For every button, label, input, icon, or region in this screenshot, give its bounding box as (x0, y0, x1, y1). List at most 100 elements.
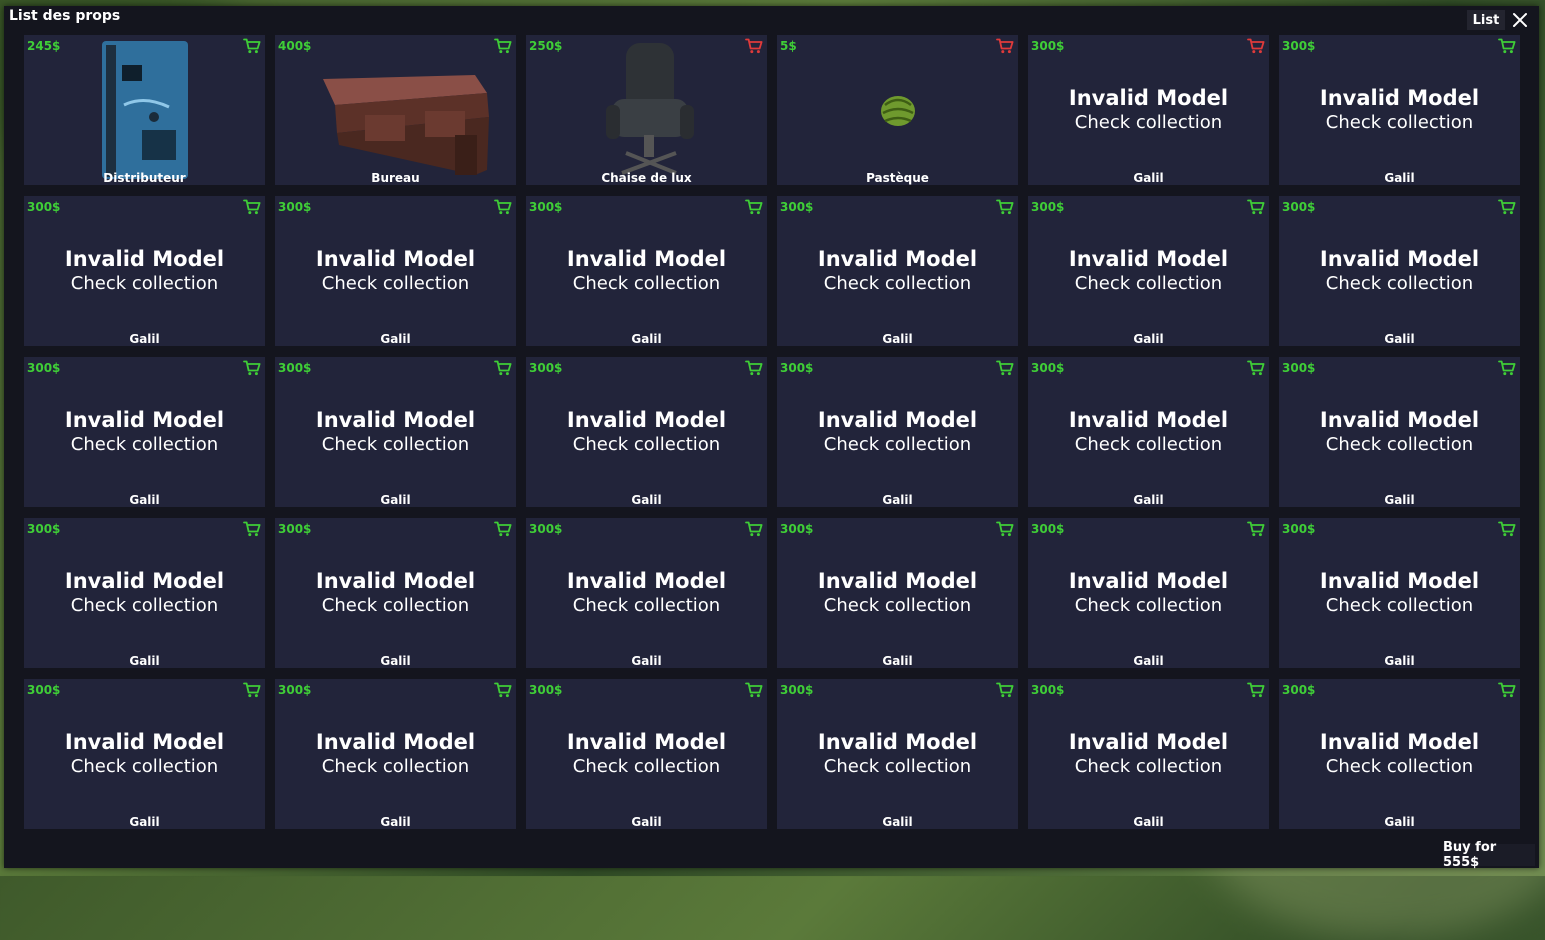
prop-name: Galil (1133, 654, 1164, 668)
prop-price: 300$ (278, 200, 312, 214)
prop-price: 300$ (1282, 361, 1316, 375)
prop-card[interactable]: Invalid Model Check collection 300$ Galil (1279, 196, 1520, 346)
office-chair-image (606, 43, 694, 175)
prop-card[interactable]: 250$ Chaise de lux (526, 35, 767, 185)
prop-name: Galil (380, 332, 411, 346)
prop-card[interactable]: Invalid Model Check collection 300$ Galil (1279, 679, 1520, 829)
cart-icon[interactable] (1498, 360, 1516, 376)
cart-icon[interactable] (996, 38, 1014, 54)
invalid-model-placeholder: Invalid Model Check collection (1028, 568, 1269, 618)
cart-icon[interactable] (243, 360, 261, 376)
prop-card[interactable]: 245$ Distributeur (24, 35, 265, 185)
cart-icon[interactable] (996, 682, 1014, 698)
invalid-model-title: Invalid Model (315, 408, 476, 432)
invalid-model-subtitle: Check collection (1074, 756, 1223, 777)
prop-card[interactable]: Invalid Model Check collection 300$ Galil (1279, 518, 1520, 668)
prop-card[interactable]: Invalid Model Check collection 300$ Galil (1028, 679, 1269, 829)
prop-card[interactable]: Invalid Model Check collection 300$ Galil (777, 357, 1018, 507)
prop-card[interactable]: Invalid Model Check collection 300$ Galil (1028, 518, 1269, 668)
prop-card[interactable]: Invalid Model Check collection 300$ Galil (275, 679, 516, 829)
cart-icon[interactable] (1247, 521, 1265, 537)
cart-icon[interactable] (494, 521, 512, 537)
cart-icon[interactable] (494, 682, 512, 698)
cart-icon[interactable] (243, 199, 261, 215)
close-button[interactable] (1509, 9, 1531, 31)
invalid-model-placeholder: Invalid Model Check collection (777, 246, 1018, 296)
prop-card[interactable]: Invalid Model Check collection 300$ Galil (777, 196, 1018, 346)
prop-card[interactable]: Invalid Model Check collection 300$ Galil (777, 679, 1018, 829)
prop-card[interactable]: Invalid Model Check collection 300$ Galil (526, 679, 767, 829)
invalid-model-subtitle: Check collection (70, 595, 219, 616)
list-button[interactable]: List (1467, 10, 1505, 30)
cart-icon[interactable] (243, 682, 261, 698)
prop-card[interactable]: 5$ Pastèque (777, 35, 1018, 185)
watermelon-image (881, 96, 915, 126)
prop-card[interactable]: Invalid Model Check collection 300$ Galil (1028, 357, 1269, 507)
invalid-model-title: Invalid Model (817, 408, 978, 432)
invalid-model-placeholder: Invalid Model Check collection (275, 246, 516, 296)
cart-icon[interactable] (1498, 521, 1516, 537)
prop-card[interactable]: Invalid Model Check collection 300$ Galil (1279, 357, 1520, 507)
prop-name: Galil (380, 815, 411, 829)
prop-card[interactable]: Invalid Model Check collection 300$ Galil (24, 679, 265, 829)
cart-icon[interactable] (745, 360, 763, 376)
invalid-model-title: Invalid Model (566, 247, 727, 271)
prop-card[interactable]: Invalid Model Check collection 300$ Galil (275, 518, 516, 668)
invalid-model-title: Invalid Model (1068, 408, 1229, 432)
prop-name: Galil (1384, 332, 1415, 346)
prop-name: Galil (1133, 332, 1164, 346)
invalid-model-subtitle: Check collection (572, 756, 721, 777)
prop-card[interactable]: Invalid Model Check collection 300$ Galil (1279, 35, 1520, 185)
invalid-model-subtitle: Check collection (1325, 112, 1474, 133)
cart-icon[interactable] (243, 38, 261, 54)
cart-icon[interactable] (745, 38, 763, 54)
cart-icon[interactable] (1247, 360, 1265, 376)
invalid-model-placeholder: Invalid Model Check collection (1028, 729, 1269, 779)
prop-card[interactable]: Invalid Model Check collection 300$ Galil (24, 518, 265, 668)
prop-card[interactable]: Invalid Model Check collection 300$ Galil (24, 357, 265, 507)
invalid-model-placeholder: Invalid Model Check collection (24, 568, 265, 618)
prop-name: Galil (882, 815, 913, 829)
cart-icon[interactable] (243, 521, 261, 537)
invalid-model-title: Invalid Model (1319, 408, 1480, 432)
prop-card[interactable]: 400$ Bureau (275, 35, 516, 185)
prop-name: Galil (380, 493, 411, 507)
prop-card[interactable]: Invalid Model Check collection 300$ Galil (275, 196, 516, 346)
prop-card[interactable]: Invalid Model Check collection 300$ Galil (275, 357, 516, 507)
invalid-model-placeholder: Invalid Model Check collection (275, 568, 516, 618)
invalid-model-title: Invalid Model (817, 730, 978, 754)
cart-icon[interactable] (1498, 38, 1516, 54)
cart-icon[interactable] (745, 521, 763, 537)
cart-icon[interactable] (745, 682, 763, 698)
prop-card[interactable]: Invalid Model Check collection 300$ Galil (1028, 35, 1269, 185)
cart-icon[interactable] (745, 199, 763, 215)
cart-icon[interactable] (1247, 199, 1265, 215)
prop-name: Galil (631, 332, 662, 346)
invalid-model-placeholder: Invalid Model Check collection (526, 729, 767, 779)
cart-icon[interactable] (494, 38, 512, 54)
cart-icon[interactable] (1247, 38, 1265, 54)
cart-icon[interactable] (996, 199, 1014, 215)
cart-icon[interactable] (1498, 682, 1516, 698)
cart-icon[interactable] (996, 360, 1014, 376)
invalid-model-placeholder: Invalid Model Check collection (1279, 246, 1520, 296)
prop-card[interactable]: Invalid Model Check collection 300$ Galil (777, 518, 1018, 668)
invalid-model-placeholder: Invalid Model Check collection (1279, 729, 1520, 779)
prop-card[interactable]: Invalid Model Check collection 300$ Galil (1028, 196, 1269, 346)
prop-card[interactable]: Invalid Model Check collection 300$ Galil (526, 196, 767, 346)
prop-name: Galil (129, 654, 160, 668)
cart-icon[interactable] (996, 521, 1014, 537)
prop-name: Galil (1384, 171, 1415, 185)
prop-name: Distributeur (103, 171, 186, 185)
cart-icon[interactable] (1247, 682, 1265, 698)
prop-card[interactable]: Invalid Model Check collection 300$ Galil (24, 196, 265, 346)
invalid-model-title: Invalid Model (1319, 247, 1480, 271)
prop-card[interactable]: Invalid Model Check collection 300$ Galil (526, 357, 767, 507)
prop-card[interactable]: Invalid Model Check collection 300$ Galil (526, 518, 767, 668)
cart-icon[interactable] (1498, 199, 1516, 215)
cart-icon[interactable] (494, 199, 512, 215)
invalid-model-subtitle: Check collection (1325, 595, 1474, 616)
invalid-model-subtitle: Check collection (1325, 273, 1474, 294)
cart-icon[interactable] (494, 360, 512, 376)
buy-button[interactable]: Buy for 555$ (1443, 840, 1535, 870)
